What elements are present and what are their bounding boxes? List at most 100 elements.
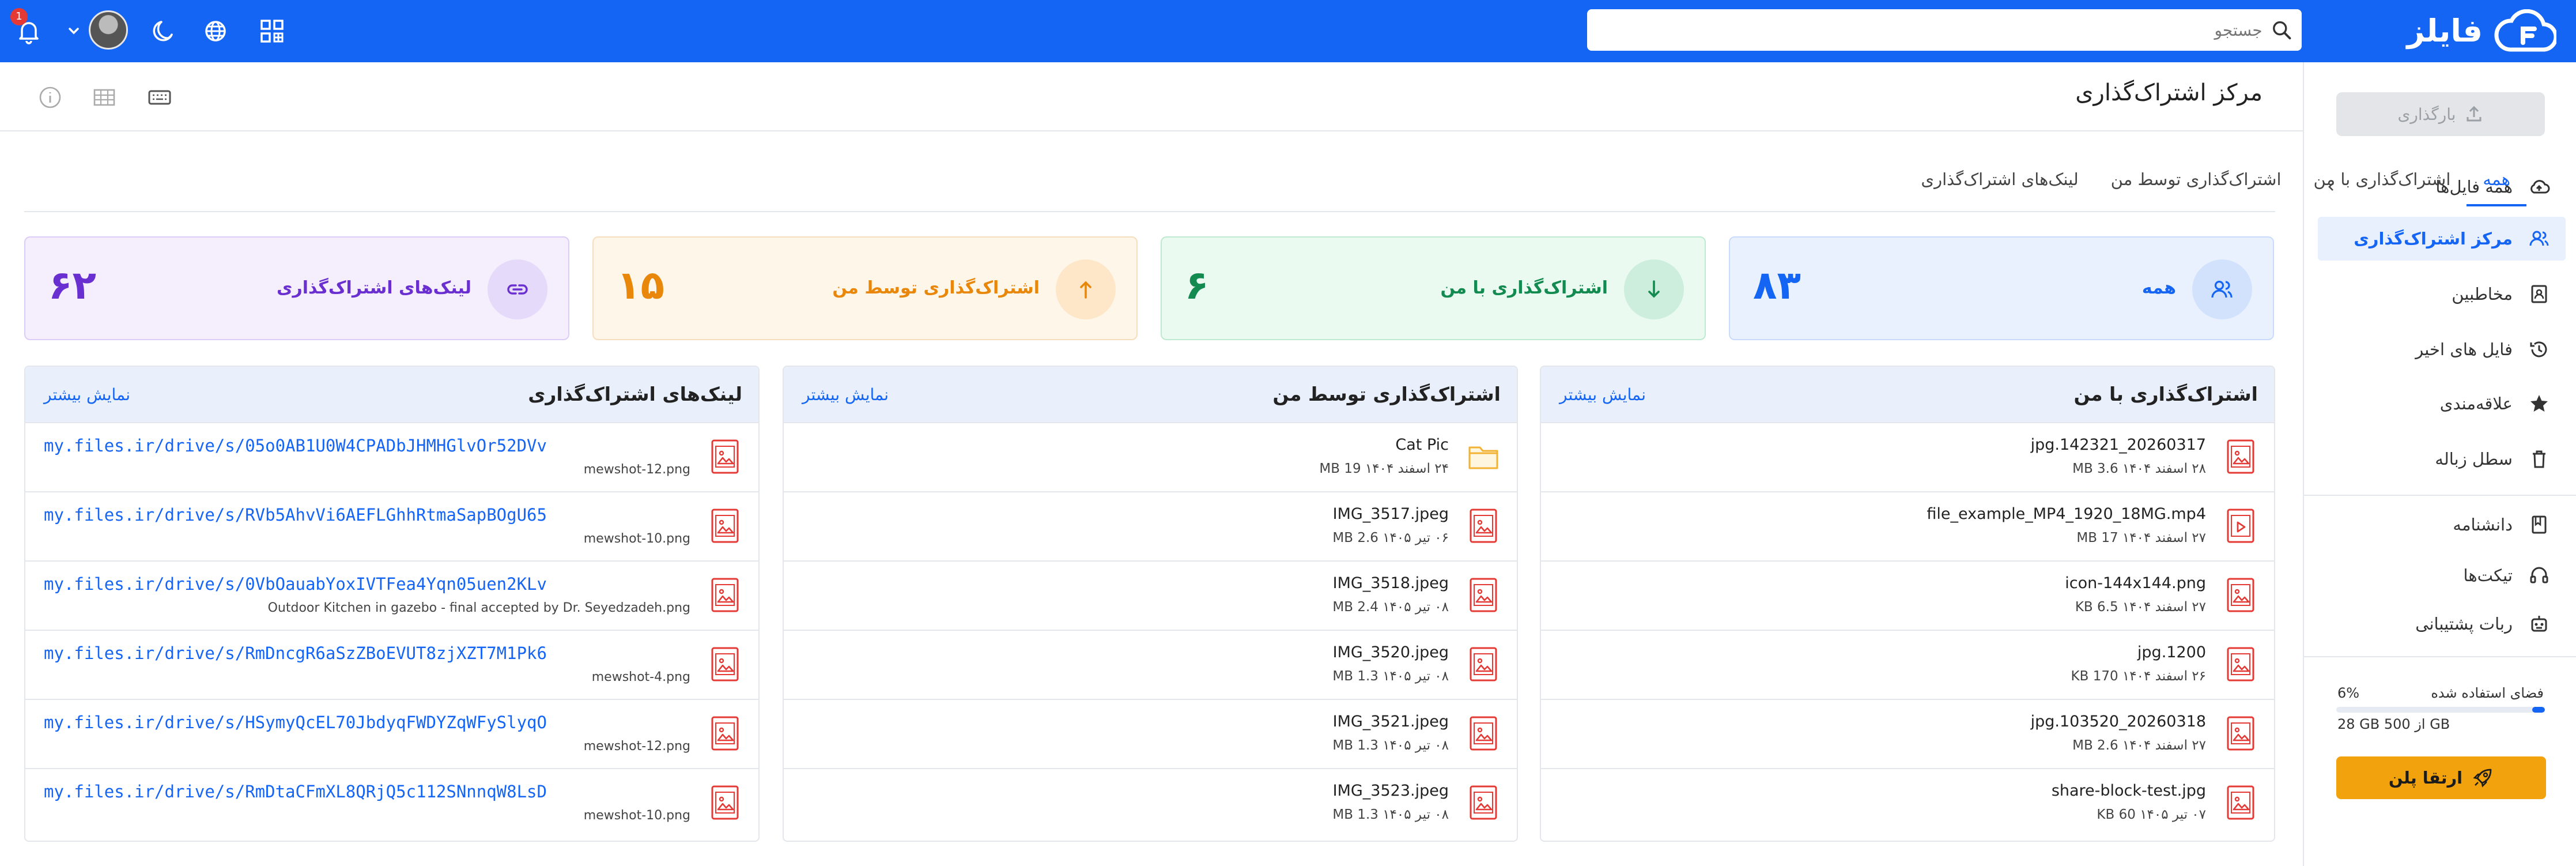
image-file-icon (709, 784, 741, 821)
image-file-icon (709, 507, 741, 544)
share-link-file-name: mewshot-4.png (591, 670, 690, 684)
stat-label: همه (2141, 278, 2176, 298)
share-link-file-name: mewshot-12.png (583, 462, 690, 477)
show-more-link[interactable]: نمایش بیشتر (802, 385, 889, 404)
storage-progress-fill (2532, 707, 2545, 713)
file-row[interactable]: icon-144x144.png ۲۷ اسفند ۱۴۰۴ 6.5 KB (1541, 562, 2274, 631)
share-link-url[interactable]: my.files.ir/drive/s/RVb5AhvVi6AEFLGhhRtm… (44, 505, 547, 525)
file-name: IMG_3520.jpeg (1332, 643, 1449, 661)
share-link-row[interactable]: my.files.ir/drive/s/0VbOauabYoxIVTFea4Yq… (25, 562, 758, 631)
top-bar: فایلز 1 (0, 0, 2576, 62)
share-link-file-name: Outdoor Kitchen in gazebo - final accept… (267, 601, 690, 615)
share-link-url[interactable]: my.files.ir/drive/s/HSymyQcEL70JbdyqFWDY… (44, 713, 547, 732)
cloud-logo-icon (2494, 9, 2556, 52)
upgrade-label: ارتقا پلن (2388, 768, 2463, 788)
globe-icon[interactable] (201, 16, 231, 46)
tab-shared-with-me[interactable]: اشتراک‌گذاری با من (2298, 166, 2467, 206)
file-row[interactable]: IMG_3518.jpeg ۰۸ تیر ۱۴۰۵ 2.4 MB (784, 562, 1517, 631)
image-file-icon (2224, 646, 2257, 683)
stat-card-shared-by-me[interactable]: اشتراک‌گذاری توسط من ۱۵ (592, 236, 1138, 340)
image-file-icon (709, 438, 741, 475)
storage-percent: 6% (2337, 685, 2360, 701)
file-name: jpg.142321_20260317 (2030, 436, 2206, 454)
apps-grid-icon[interactable] (257, 16, 287, 46)
panel-header: لینک‌های اشتراک‌گذاری نمایش بیشتر (25, 367, 758, 423)
file-meta: ۰۸ تیر ۱۴۰۵ 2.4 MB (1332, 600, 1449, 615)
image-file-icon (2224, 784, 2257, 821)
share-link-row[interactable]: my.files.ir/drive/s/RmDncgR6aSzZBoEVUT8z… (25, 631, 758, 700)
upload-button[interactable]: بارگذاری (2336, 92, 2545, 136)
show-more-link[interactable]: نمایش بیشتر (1559, 385, 1646, 404)
file-row[interactable]: jpg.1200 ۲۶ اسفند ۱۴۰۴ 170 KB (1541, 631, 2274, 700)
file-meta: ۲۶ اسفند ۱۴۰۴ 170 KB (2071, 669, 2206, 684)
tab-shared-by-me[interactable]: اشتراک‌گذاری توسط من (2095, 166, 2298, 206)
notification-badge: 1 (10, 8, 28, 25)
file-meta: ۰۷ تیر ۱۴۰۵ 60 KB (2097, 807, 2206, 822)
file-row[interactable]: IMG_3523.jpeg ۰۸ تیر ۱۴۰۵ 1.3 MB (784, 769, 1517, 838)
share-link-url[interactable]: my.files.ir/drive/s/0VbOauabYoxIVTFea4Yq… (44, 574, 547, 594)
share-link-row[interactable]: my.files.ir/drive/s/05o0AB1U0W4CPADbJHMH… (25, 423, 758, 492)
file-row[interactable]: IMG_3517.jpeg ۰۶ تیر ۱۴۰۵ 2.6 MB (784, 492, 1517, 562)
file-meta: ۲۷ اسفند ۱۴۰۴ 2.6 MB (2072, 738, 2206, 753)
share-link-row[interactable]: my.files.ir/drive/s/HSymyQcEL70JbdyqFWDY… (25, 700, 758, 769)
sidebar-item-wiki[interactable]: دانشنامه (2318, 503, 2566, 547)
sidebar-item-recent[interactable]: فایل های اخیر (2318, 327, 2566, 371)
file-row[interactable]: share-block-test.jpg ۰۷ تیر ۱۴۰۵ 60 KB (1541, 769, 2274, 838)
user-avatar[interactable] (89, 10, 128, 50)
sidebar-item-support-bot[interactable]: ربات پشتیبانی (2318, 602, 2566, 646)
arrow-up-icon (1056, 259, 1116, 319)
keyboard-icon[interactable] (146, 84, 173, 111)
storage-usage: 28 GB از 500 GB (2337, 716, 2450, 732)
sidebar-item-favorites[interactable]: علاقه‌مندی (2318, 382, 2566, 426)
file-row[interactable]: IMG_3521.jpeg ۰۸ تیر ۱۴۰۵ 1.3 MB (784, 700, 1517, 769)
file-row[interactable]: IMG_3520.jpeg ۰۸ تیر ۱۴۰۵ 1.3 MB (784, 631, 1517, 700)
dark-mode-moon-icon[interactable] (149, 16, 179, 46)
sidebar-divider (2304, 495, 2576, 496)
share-link-row[interactable]: my.files.ir/drive/s/RVb5AhvVi6AEFLGhhRtm… (25, 492, 758, 562)
share-link-url[interactable]: my.files.ir/drive/s/RmDtaCFmXL8QRjQ5c112… (44, 782, 547, 801)
stat-card-shared-with-me[interactable]: اشتراک‌گذاری با من ۶ (1161, 236, 1706, 340)
stat-card-all[interactable]: همه ۸۳ (1729, 236, 2274, 340)
sidebar-item-tickets[interactable]: تیکت‌ها (2318, 554, 2566, 597)
stat-card-share-links[interactable]: لینک‌های اشتراک‌گذاری ۶۲ (24, 236, 569, 340)
file-row[interactable]: Cat Pic ۲۴ اسفند ۱۴۰۴ 19 MB (784, 423, 1517, 492)
image-file-icon (1467, 577, 1499, 613)
show-more-link[interactable]: نمایش بیشتر (44, 385, 130, 404)
tab-share-links[interactable]: لینک‌های اشتراک‌گذاری (1905, 166, 2094, 206)
file-row[interactable]: jpg.142321_20260317 ۲۸ اسفند ۱۴۰۴ 3.6 MB (1541, 423, 2274, 492)
book-icon (2532, 515, 2547, 534)
image-file-icon (1467, 646, 1499, 683)
file-row[interactable]: jpg.103520_20260318 ۲۷ اسفند ۱۴۰۴ 2.6 MB (1541, 700, 2274, 769)
page-title: مرکز اشتراک‌گذاری (2075, 80, 2263, 106)
search-box[interactable] (1587, 9, 2302, 51)
video-file-icon (2224, 507, 2257, 544)
image-file-icon (2224, 438, 2257, 475)
search-icon[interactable] (2271, 18, 2292, 42)
tabs-divider (24, 211, 2275, 212)
sidebar-item-label: علاقه‌مندی (2439, 394, 2513, 413)
stat-label: لینک‌های اشتراک‌گذاری (277, 278, 471, 298)
share-link-url[interactable]: my.files.ir/drive/s/RmDncgR6aSzZBoEVUT8z… (44, 643, 547, 663)
sidebar-item-trash[interactable]: سطل زباله (2318, 437, 2566, 481)
panel-title: اشتراک‌گذاری با من (2073, 383, 2258, 405)
upgrade-plan-button[interactable]: ارتقا پلن (2336, 756, 2546, 799)
grid-view-icon[interactable] (91, 84, 118, 111)
share-link-row[interactable]: my.files.ir/drive/s/RmDtaCFmXL8QRjQ5c112… (25, 769, 758, 838)
tab-all[interactable]: همه (2467, 166, 2526, 206)
panel-title: اشتراک‌گذاری توسط من (1272, 383, 1501, 405)
share-link-url[interactable]: my.files.ir/drive/s/05o0AB1U0W4CPADbJHMH… (44, 436, 547, 455)
chevron-down-icon[interactable] (66, 23, 82, 39)
panel-header: اشتراک‌گذاری توسط من نمایش بیشتر (784, 367, 1517, 423)
file-row[interactable]: file_example_MP4_1920_18MG.mp4 ۲۷ اسفند ۱… (1541, 492, 2274, 562)
file-name: jpg.1200 (2137, 643, 2206, 661)
file-name: Cat Pic (1395, 436, 1449, 454)
panel-shared-by-me: اشتراک‌گذاری توسط من نمایش بیشتر Cat Pic… (783, 366, 1518, 842)
app-logo[interactable]: فایلز (2407, 9, 2556, 52)
panel-title: لینک‌های اشتراک‌گذاری (528, 383, 742, 405)
search-input[interactable] (1596, 20, 2263, 40)
logo-text: فایلز (2407, 12, 2483, 49)
sidebar-item-sharing-center[interactable]: مرکز اشتراک‌گذاری (2318, 217, 2566, 261)
share-link-file-name: mewshot-10.png (583, 808, 690, 823)
info-icon[interactable] (37, 84, 63, 111)
sidebar-item-contacts[interactable]: مخاطبین (2318, 272, 2566, 316)
